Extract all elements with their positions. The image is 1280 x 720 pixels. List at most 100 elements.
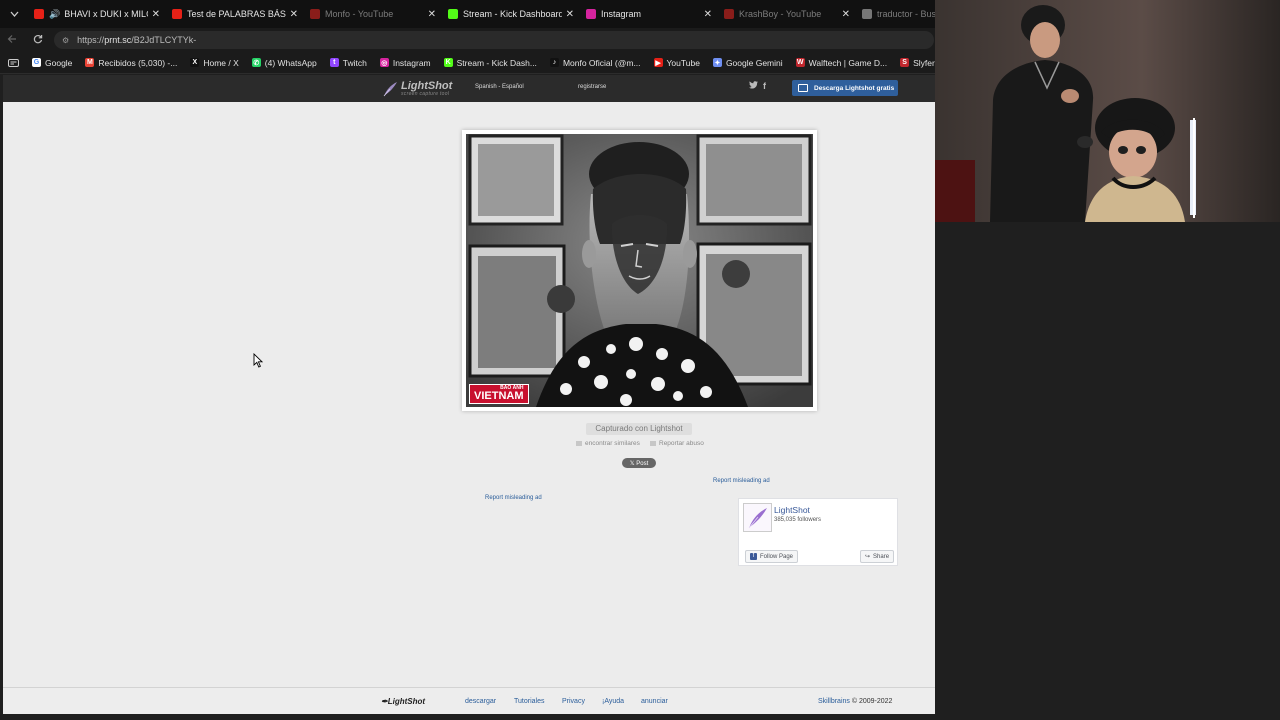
footer-link-anunciar[interactable]: anunciar: [641, 698, 668, 705]
gmail-icon: M: [85, 58, 95, 67]
share-icon: ↪: [865, 554, 871, 560]
twitch-icon: t: [329, 58, 339, 67]
footer-link-privacy[interactable]: Privacy: [562, 698, 585, 705]
report-abuse-link[interactable]: Reportar abuso: [650, 440, 704, 447]
close-icon[interactable]: ✕: [428, 9, 436, 20]
follow-page-label: Follow Page: [760, 553, 794, 560]
footer-logo-text: LightShot: [387, 697, 426, 706]
google-icon: G: [32, 58, 41, 67]
instagram-icon: ◎: [379, 58, 389, 67]
lightshot-logo[interactable]: LightShot screen capture tool: [401, 80, 452, 97]
register-link[interactable]: registrarse: [578, 84, 606, 90]
facebook-icon: f: [750, 553, 757, 560]
share-button[interactable]: ↪ Share: [860, 550, 895, 563]
bookmark-item[interactable]: G Google: [32, 58, 72, 68]
download-button-label: Descarga Lightshot gratis: [814, 84, 895, 92]
lightshot-header: LightShot screen capture tool Spanish - …: [3, 75, 935, 102]
kick-icon: [448, 9, 458, 19]
bookmark-item[interactable]: ◎ Instagram: [379, 58, 431, 68]
page-name[interactable]: LightShot: [774, 505, 810, 515]
footer-feather-icon: ✒: [381, 697, 388, 706]
x-post-button[interactable]: 𝕏 Post: [622, 458, 656, 468]
tiktok-icon: ♪: [549, 58, 559, 67]
url-field[interactable]: ⚙ https://prnt.sc/B2JdTLCYTYk-: [54, 31, 934, 49]
close-icon[interactable]: ✕: [566, 9, 574, 20]
reload-button[interactable]: [28, 34, 48, 47]
bookmark-item[interactable]: K Stream - Kick Dash...: [443, 58, 537, 68]
close-icon[interactable]: ✕: [842, 9, 850, 20]
bookmark-item[interactable]: X Home / X: [190, 57, 239, 68]
speaker-icon[interactable]: 🔊: [49, 9, 60, 20]
walftech-icon: W: [795, 58, 805, 67]
bookmark-label: Home / X: [203, 57, 239, 68]
tab-search-button[interactable]: [0, 0, 28, 28]
url-scheme: https://: [77, 35, 105, 45]
download-lightshot-button[interactable]: Descarga Lightshot gratis: [792, 80, 898, 96]
mouse-cursor-icon: [253, 353, 263, 368]
browser-tab[interactable]: Instagram ✕: [580, 0, 718, 28]
follow-page-button[interactable]: f Follow Page: [745, 550, 799, 563]
tab-title: Instagram: [601, 9, 642, 19]
browser-tab[interactable]: Test de PALABRAS BÁSICAS ✕: [166, 0, 304, 28]
feather-logo-icon[interactable]: [381, 80, 399, 98]
x-icon: X: [190, 58, 200, 67]
bookmark-item[interactable]: ▶ YouTube: [653, 58, 700, 68]
report-misleading-ad-left[interactable]: Report misleading ad: [485, 495, 542, 501]
screenshot-frame: BÁO ẢNH VIETNAM: [462, 130, 817, 411]
footer-link-ayuda[interactable]: ¡Ayuda: [602, 698, 624, 705]
google-icon: [862, 9, 872, 19]
youtube-icon: [172, 9, 182, 19]
find-similar-label: encontrar similares: [585, 440, 640, 447]
close-icon[interactable]: ✕: [152, 9, 160, 20]
site-info-icon[interactable]: ⚙: [62, 36, 69, 45]
whatsapp-icon: ✆: [251, 58, 261, 67]
kick-icon: K: [443, 58, 453, 67]
share-label: Share: [873, 553, 890, 560]
youtube-icon: [310, 9, 320, 19]
footer-link-descargar[interactable]: descargar: [465, 698, 496, 705]
browser-tab[interactable]: Stream - Kick Dashboard ✕: [442, 0, 580, 28]
flag-icon: [650, 441, 656, 446]
bookmark-item[interactable]: W Walftech | Game D...: [795, 58, 887, 68]
facebook-page-card: LightShot 385,035 followers f Follow Pag…: [738, 498, 898, 566]
close-icon[interactable]: ✕: [290, 9, 298, 20]
copyright: Skillbrains © 2009-2022: [818, 698, 892, 705]
captured-with-label: Capturado con Lightshot: [586, 423, 692, 435]
tab-title: KrashBoy - YouTube: [739, 9, 822, 19]
bookmark-item[interactable]: ✦ Google Gemini: [712, 57, 783, 68]
screenshot-image[interactable]: BÁO ẢNH VIETNAM: [466, 134, 813, 407]
vietnam-watermark: BÁO ẢNH VIETNAM: [469, 384, 529, 404]
browser-tab[interactable]: 🔊 BHAVI x DUKI x MILO J ✕: [28, 0, 166, 28]
barber-photo: [466, 134, 813, 407]
twitter-icon[interactable]: [749, 81, 758, 92]
bookmark-item[interactable]: ♪ Monfo Oficial (@m...: [549, 57, 641, 68]
find-similar-link[interactable]: encontrar similares: [576, 440, 640, 447]
browser-tab[interactable]: Monfo - YouTube ✕: [304, 0, 442, 28]
skillbrains-link[interactable]: Skillbrains: [818, 698, 850, 705]
bookmark-item[interactable]: M Recibidos (5,030) -...: [85, 58, 177, 68]
youtube-icon: [34, 9, 44, 19]
webcam-overlay: [935, 0, 1280, 222]
footer-link-tutoriales[interactable]: Tutoriales: [514, 698, 544, 705]
tab-title: BHAVI x DUKI x MILO J: [64, 9, 147, 19]
footer-logo[interactable]: ✒LightShot: [381, 697, 425, 706]
bookmarks-menu-icon[interactable]: [0, 58, 26, 67]
streamer-camera-feed: [935, 0, 1280, 222]
arrow-left-icon: [7, 34, 16, 43]
bookmark-item[interactable]: ✆ (4) WhatsApp: [251, 58, 317, 68]
page-avatar[interactable]: [743, 503, 772, 532]
download-icon: [798, 84, 808, 92]
bookmark-label: Google Gemini: [725, 57, 783, 68]
follower-count: 385,035 followers: [774, 517, 822, 523]
bookmark-item[interactable]: t Twitch: [329, 58, 367, 68]
language-selector[interactable]: Spanish - Español: [475, 84, 524, 90]
report-misleading-ad-right[interactable]: Report misleading ad: [713, 478, 770, 484]
bookmark-label: Monfo Oficial (@m...: [562, 57, 641, 68]
facebook-icon[interactable]: f: [763, 81, 766, 91]
bookmark-label: Recibidos (5,030) -...: [98, 57, 178, 68]
youtube-icon: ▶: [653, 58, 663, 67]
browser-tab[interactable]: KrashBoy - YouTube ✕: [718, 0, 856, 28]
back-button[interactable]: [2, 34, 22, 47]
close-icon[interactable]: ✕: [704, 9, 712, 20]
chevron-down-icon: [10, 11, 18, 17]
